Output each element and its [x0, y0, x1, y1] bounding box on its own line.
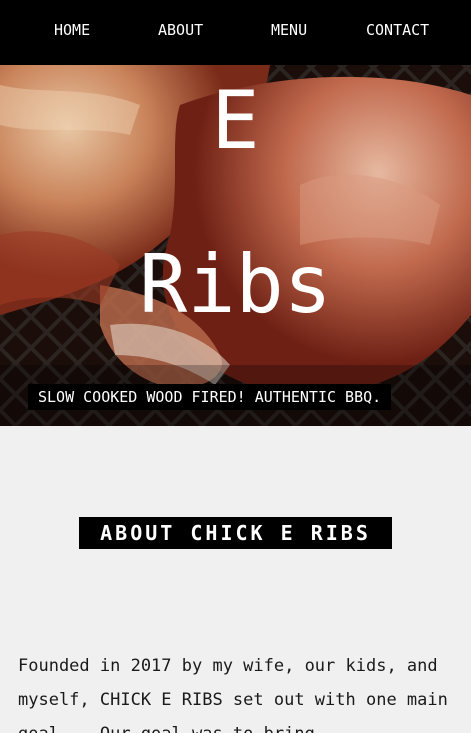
nav-menu-link[interactable]: MENU [271, 21, 307, 39]
about-body-text: Founded in 2017 by my wife, our kids, an… [18, 656, 448, 733]
nav-contact-link[interactable]: CONTACT [366, 21, 429, 39]
about-section-heading: ABOUT CHICK E RIBS [79, 517, 392, 549]
hero-title-line2: Ribs [139, 238, 332, 331]
hero-tagline: SLOW COOKED WOOD FIRED! AUTHENTIC BBQ. [28, 384, 392, 410]
nav-about-link[interactable]: ABOUT [158, 21, 203, 39]
nav-home-link[interactable]: HOME [54, 21, 90, 39]
hero-banner: E Ribs SLOW COOKED WOOD FIRED! AUTHENTIC… [0, 65, 471, 426]
hero-title-line1: E [211, 74, 260, 167]
top-navigation: HOME ABOUT MENU CONTACT [0, 0, 471, 65]
